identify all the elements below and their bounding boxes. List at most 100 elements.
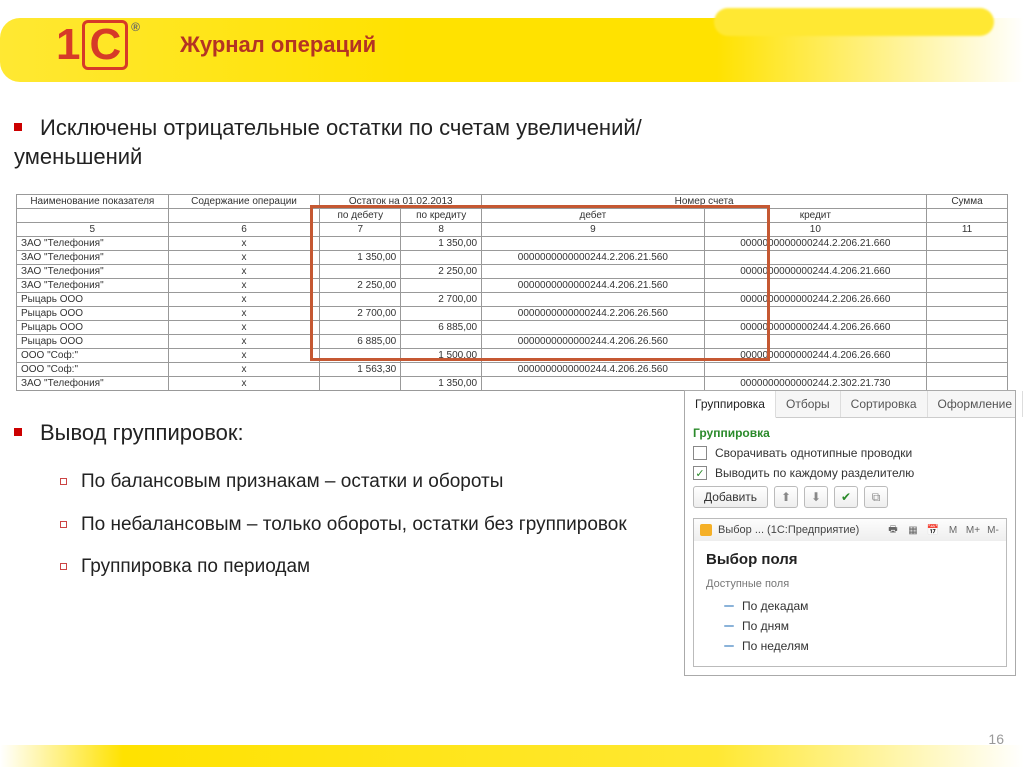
field-icon xyxy=(724,645,734,647)
checkbox-output[interactable] xyxy=(693,466,707,480)
table-cell xyxy=(927,265,1008,279)
field-chooser-heading: Выбор поля xyxy=(706,551,994,568)
field-by-decades[interactable]: По декадам xyxy=(706,596,994,616)
copy-button[interactable]: ⧉ xyxy=(864,486,888,508)
table-cell: 11 xyxy=(927,223,1008,237)
checkbox-collapse[interactable] xyxy=(693,446,707,460)
table-cell xyxy=(927,209,1008,223)
sub-bullet-1: По балансовым признакам – остатки и обор… xyxy=(60,470,660,495)
table-row: Рыцарь ОООx6 885,000000000000000244.4.20… xyxy=(17,335,1008,349)
table-cell: 0000000000000244.2.206.21.560 xyxy=(482,251,704,265)
settings-panel: Группировка Отборы Сортировка Оформление… xyxy=(684,390,1016,676)
table-cell xyxy=(401,251,482,265)
move-down-button[interactable]: ⬇ xyxy=(804,486,828,508)
logo-1c: 1C ® xyxy=(56,20,136,84)
table-cell: 1 500,00 xyxy=(401,349,482,363)
bullet-2-text: Вывод группировок: xyxy=(40,420,244,445)
table-cell: ЗАО "Телефония" xyxy=(17,265,169,279)
table-cell xyxy=(482,321,704,335)
checkbox-output-row[interactable]: Выводить по каждому разделителю xyxy=(693,466,1007,480)
table-cell xyxy=(320,293,401,307)
table-cell: x xyxy=(168,349,320,363)
table-cell: 2 700,00 xyxy=(320,307,401,321)
table-cell xyxy=(320,321,401,335)
table-cell: по кредиту xyxy=(401,209,482,223)
field-label: По неделям xyxy=(742,639,809,653)
table-cell xyxy=(927,237,1008,251)
tab-sorting[interactable]: Сортировка xyxy=(841,391,928,417)
m-minus-button[interactable]: M- xyxy=(986,523,1000,537)
table-cell: 6 885,00 xyxy=(401,321,482,335)
checkbox-collapse-label: Сворачивать однотипные проводки xyxy=(715,446,912,460)
table-cell: 0000000000000244.2.302.21.730 xyxy=(704,377,926,391)
table-cell: ЗАО "Телефония" xyxy=(17,377,169,391)
table-cell xyxy=(401,363,482,377)
table-cell xyxy=(320,265,401,279)
table-cell: x xyxy=(168,377,320,391)
table-header: Содержание операции xyxy=(168,195,320,209)
footer-brush xyxy=(0,745,1024,767)
table-cell xyxy=(320,237,401,251)
print-icon[interactable]: 🖶 xyxy=(886,523,900,537)
tab-formatting[interactable]: Оформление xyxy=(928,391,1023,417)
field-by-weeks[interactable]: По неделям xyxy=(706,636,994,656)
table-cell xyxy=(482,265,704,279)
table-cell xyxy=(704,363,926,377)
tab-filters[interactable]: Отборы xyxy=(776,391,841,417)
table-cell: по дебету xyxy=(320,209,401,223)
table-row: по дебетупо кредитудебеткредит xyxy=(17,209,1008,223)
table-cell xyxy=(482,293,704,307)
table-cell: 9 xyxy=(482,223,704,237)
field-by-days[interactable]: По дням xyxy=(706,616,994,636)
table-cell: x xyxy=(168,265,320,279)
table-cell: 10 xyxy=(704,223,926,237)
table-cell: ООО "Соф:" xyxy=(17,363,169,377)
field-chooser-titlebar: Выбор ... (1С:Предприятие) 🖶 ▦ 📅 M M+ M- xyxy=(694,519,1006,541)
table-header-row: Наименование показателяСодержание операц… xyxy=(17,195,1008,209)
table-cell: Рыцарь ООО xyxy=(17,335,169,349)
table-cell: 0000000000000244.2.206.26.560 xyxy=(482,307,704,321)
calc-icon[interactable]: ▦ xyxy=(906,523,920,537)
apply-button[interactable]: ✔ xyxy=(834,486,858,508)
table-cell: Рыцарь ООО xyxy=(17,321,169,335)
field-chooser-body: Выбор поля Доступные поля По декадам По … xyxy=(694,541,1006,666)
table-row: ЗАО "Телефония"x2 250,000000000000000244… xyxy=(17,265,1008,279)
field-label: По декадам xyxy=(742,599,808,613)
table-cell: x xyxy=(168,237,320,251)
table-cell: 1 350,00 xyxy=(401,377,482,391)
table-header: Сумма xyxy=(927,195,1008,209)
table-cell xyxy=(927,377,1008,391)
table-row: Рыцарь ОООx2 700,000000000000000244.2.20… xyxy=(17,307,1008,321)
table-cell xyxy=(401,335,482,349)
table-row: Рыцарь ОООx6 885,000000000000000244.4.20… xyxy=(17,321,1008,335)
bullet-marker xyxy=(14,428,22,436)
table-cell: 5 xyxy=(17,223,169,237)
m-plus-button[interactable]: M+ xyxy=(966,523,980,537)
sub-bullet-2-text: По небалансовым – только обороты, остатк… xyxy=(81,514,627,535)
table-cell xyxy=(927,251,1008,265)
table-cell: ЗАО "Телефония" xyxy=(17,251,169,265)
sub-bullet-2: По небалансовым – только обороты, остатк… xyxy=(60,513,660,538)
table-cell: 0000000000000244.4.206.26.560 xyxy=(482,363,704,377)
table-row: ООО "Соф:"x1 500,000000000000000244.4.20… xyxy=(17,349,1008,363)
add-button[interactable]: Добавить xyxy=(693,486,768,508)
table-cell: 6 xyxy=(168,223,320,237)
field-label: По дням xyxy=(742,619,789,633)
tab-grouping[interactable]: Группировка xyxy=(685,391,776,418)
page-number: 16 xyxy=(988,731,1004,747)
m-button[interactable]: M xyxy=(946,523,960,537)
move-up-button[interactable]: ⬆ xyxy=(774,486,798,508)
checkbox-collapse-row[interactable]: Сворачивать однотипные проводки xyxy=(693,446,1007,460)
table-cell xyxy=(927,321,1008,335)
table-cell: ЗАО "Телефония" xyxy=(17,279,169,293)
tabs-bar: Группировка Отборы Сортировка Оформление xyxy=(685,391,1015,418)
table-cell: 2 700,00 xyxy=(401,293,482,307)
bullet-2: Вывод группировок: xyxy=(14,420,244,446)
table-cell xyxy=(927,363,1008,377)
app-icon xyxy=(700,524,712,536)
grouping-section-title: Группировка xyxy=(693,426,1007,440)
calendar-icon[interactable]: 📅 xyxy=(926,523,940,537)
table-header: Наименование показателя xyxy=(17,195,169,209)
table-cell xyxy=(704,251,926,265)
table-cell: x xyxy=(168,321,320,335)
